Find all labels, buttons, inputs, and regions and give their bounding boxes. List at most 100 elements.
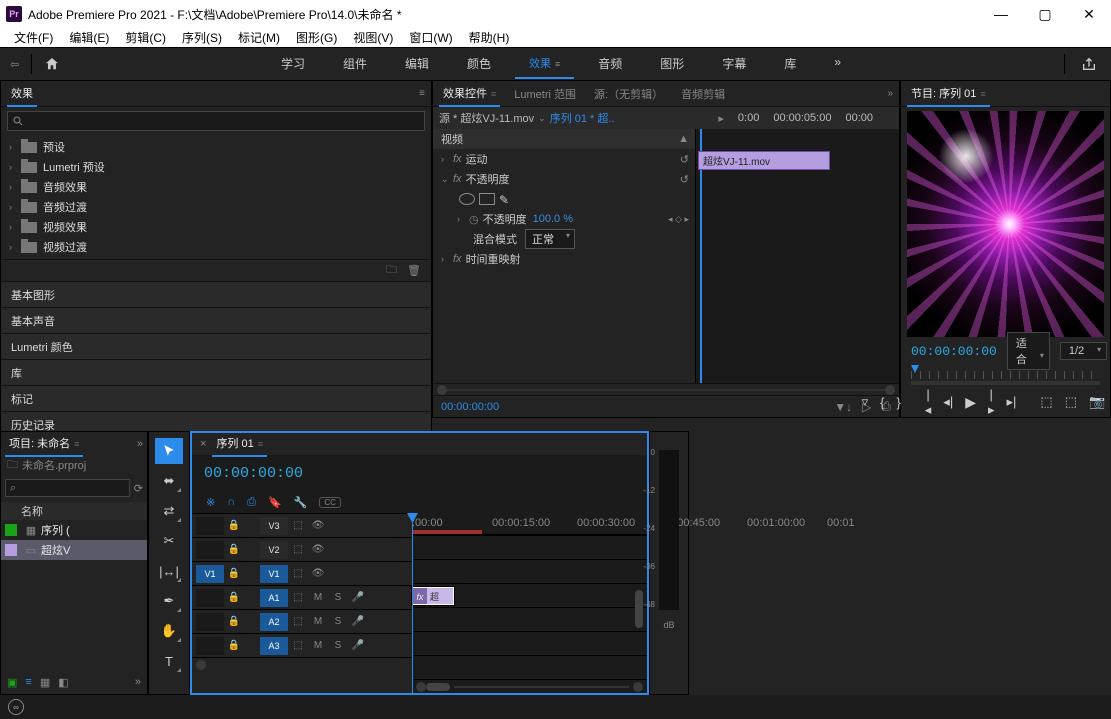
freeform-view-icon[interactable]: ◧ [58, 676, 68, 689]
track-v2[interactable]: 🔒V2⬚👁 [192, 537, 412, 561]
blend-mode-select[interactable]: 正常 [525, 229, 575, 249]
step-forward-button[interactable]: |▸ [988, 387, 995, 418]
tab-effect-controls[interactable]: 效果控件≡ [439, 81, 500, 107]
project-row-sequence[interactable]: ▦ 序列 ( [1, 520, 147, 540]
panel-essential-sound[interactable]: 基本声音 [1, 307, 431, 333]
reset-icon[interactable]: ↺ [680, 173, 689, 186]
mark-in-button[interactable]: { [880, 395, 884, 410]
close-tab-icon[interactable]: × [200, 438, 206, 450]
menu-edit[interactable]: 编辑(E) [63, 27, 115, 48]
hscroll-thumb[interactable] [426, 683, 450, 691]
go-to-in-button[interactable]: |◂ [925, 387, 932, 418]
work-area-bar[interactable] [412, 530, 482, 534]
list-view-icon[interactable]: ≡ [25, 676, 31, 688]
menu-sequence[interactable]: 序列(S) [176, 27, 228, 48]
track-v1[interactable]: V1🔒V1⬚👁 [192, 561, 412, 585]
prop-opacity-value[interactable]: ›◷不透明度 100.0 % ◂ ◇ ▸ [433, 209, 695, 229]
mark-out-button[interactable]: } [896, 395, 900, 410]
tab-sequence[interactable]: 序列 01≡ [212, 431, 267, 457]
lift-button[interactable]: ⬚ [1040, 394, 1052, 410]
delete-icon[interactable]: 🗑 [407, 264, 421, 277]
tab-lumetri-scopes[interactable]: Lumetri 范围 [510, 82, 580, 106]
menu-file[interactable]: 文件(F) [8, 27, 59, 48]
ws-library[interactable]: 库 [770, 49, 810, 79]
close-button[interactable]: ✕ [1067, 0, 1111, 28]
pen-mask-button[interactable]: ✎ [499, 193, 515, 205]
caption-icon[interactable]: CC [319, 497, 341, 508]
timeline-ruler[interactable]: :00:00 00:00:15:00 00:00:30:00 00:00:45:… [412, 513, 647, 535]
panel-libraries[interactable]: 库 [1, 359, 431, 385]
type-tool[interactable]: T [155, 648, 183, 674]
timeline-timecode[interactable]: 00:00:00:00 [192, 465, 315, 482]
ws-overflow[interactable]: » [820, 49, 855, 79]
lane-a3[interactable] [412, 655, 647, 679]
icon-view-icon[interactable]: ▦ [40, 676, 50, 689]
project-search[interactable]: ⌕ [5, 479, 130, 497]
tab-project[interactable]: 项目: 未命名≡ [5, 431, 83, 457]
track-v3[interactable]: 🔒V3⬚👁 [192, 513, 412, 537]
panel-essential-graphics[interactable]: 基本图形 [1, 281, 431, 307]
zoom-handle-left[interactable] [416, 682, 426, 692]
export-frame-button[interactable]: 📷 [1089, 394, 1105, 410]
clip-instance[interactable]: 序列 01 * 超.. [550, 110, 615, 126]
play-button[interactable]: ▶ [965, 394, 976, 411]
home-icon[interactable] [44, 56, 60, 72]
lane-a1[interactable] [412, 607, 647, 631]
resolution-select[interactable]: 1/2 [1060, 342, 1107, 360]
ripple-edit-tool[interactable]: ⇄ [155, 498, 183, 524]
zoom-track[interactable] [447, 389, 885, 391]
pen-tool[interactable]: ✒ [155, 588, 183, 614]
quick-export-icon[interactable]: ⇦ [10, 58, 19, 71]
prop-motion[interactable]: ›fx运动 ↺ [433, 149, 695, 169]
fx-folder-audio-fx[interactable]: ›音频效果 [1, 177, 431, 197]
fx-folder-lumetri[interactable]: ›Lumetri 预设 [1, 157, 431, 177]
razor-tool[interactable]: ✂ [155, 528, 183, 554]
menu-marker[interactable]: 标记(M) [232, 27, 286, 48]
settings-icon[interactable]: 🔧 [294, 496, 308, 509]
play-toggle-icon[interactable]: ▸ [718, 112, 724, 125]
rect-mask-button[interactable] [479, 193, 495, 205]
fx-folder-audio-tr[interactable]: ›音频过渡 [1, 197, 431, 217]
tabs-overflow-icon[interactable]: » [887, 88, 893, 99]
tab-audio-clip[interactable]: 音频剪辑 [677, 82, 729, 106]
creative-cloud-icon[interactable]: ∞ [8, 699, 24, 715]
prop-opacity[interactable]: ⌄fx不透明度 ↺ [433, 169, 695, 189]
tabs-overflow-icon[interactable]: » [137, 438, 143, 450]
ec-timecode[interactable]: 00:00:00:00 [441, 401, 499, 413]
menu-window[interactable]: 窗口(W) [403, 27, 458, 48]
clip-master[interactable]: 源 * 超炫VJ-11.mov [439, 110, 534, 126]
menu-view[interactable]: 视图(V) [347, 27, 399, 48]
ws-audio[interactable]: 音频 [584, 49, 636, 79]
prop-time-remap[interactable]: ›fx时间重映射 [433, 249, 695, 269]
project-col-name[interactable]: 名称 [1, 502, 147, 520]
tab-source[interactable]: 源:（无剪辑） [590, 82, 667, 106]
project-filter-icon[interactable]: ⟳ [134, 482, 143, 495]
effects-search[interactable] [7, 111, 425, 131]
panel-lumetri-color[interactable]: Lumetri 颜色 [1, 333, 431, 359]
ws-assembly[interactable]: 组件 [329, 49, 381, 79]
panel-menu-icon[interactable]: ≡ [419, 88, 425, 99]
ws-graphics[interactable]: 图形 [646, 49, 698, 79]
maximize-button[interactable]: ▢ [1023, 0, 1067, 28]
zoom-handle-right[interactable] [633, 682, 643, 692]
extract-button[interactable]: ⬚ [1065, 394, 1077, 410]
ws-learn[interactable]: 学习 [267, 49, 319, 79]
hscroll-track[interactable] [454, 686, 629, 688]
menu-clip[interactable]: 剪辑(C) [119, 27, 172, 48]
share-icon[interactable] [1081, 56, 1097, 72]
keyframe-nav[interactable]: ◂ ◇ ▸ [668, 214, 689, 225]
linked-sel-icon[interactable]: ⎙ [247, 496, 256, 509]
program-ruler[interactable] [911, 365, 1100, 385]
marker-icon[interactable]: 🔖 [268, 496, 282, 509]
lane-v1[interactable]: fx 超 [412, 583, 647, 607]
proj-overflow-icon[interactable]: » [135, 676, 141, 688]
hand-tool[interactable]: ✋ [155, 618, 183, 644]
fx-folder-presets[interactable]: ›预设 [1, 137, 431, 157]
lane-v2[interactable] [412, 559, 647, 583]
add-marker-button[interactable]: ▿ [862, 394, 869, 410]
reset-icon[interactable]: ↺ [680, 153, 689, 166]
ws-color[interactable]: 颜色 [453, 49, 505, 79]
fx-folder-video-tr[interactable]: ›视频过渡 [1, 237, 431, 257]
program-video[interactable] [907, 111, 1104, 337]
ws-editing[interactable]: 编辑 [391, 49, 443, 79]
